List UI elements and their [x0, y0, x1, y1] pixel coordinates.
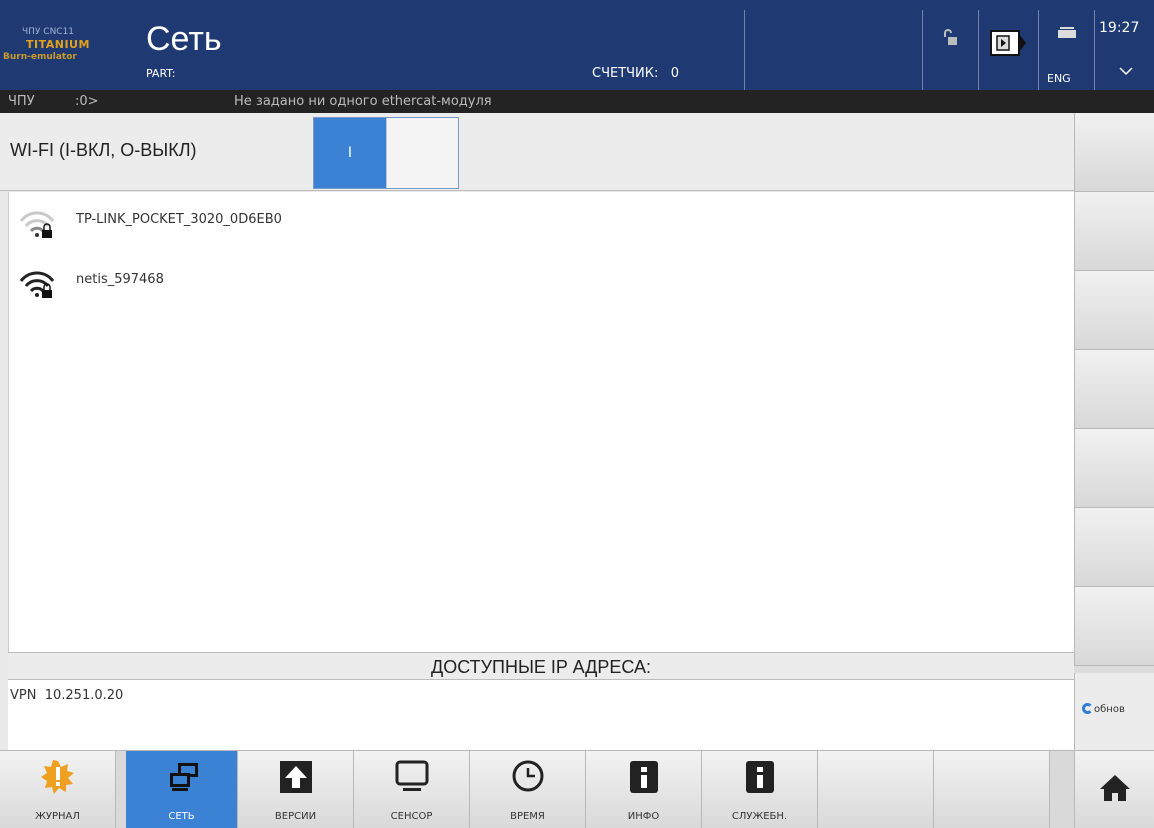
- tab-label: ВЕРСИИ: [274, 811, 317, 822]
- tab-time[interactable]: ВРЕМЯ: [470, 751, 586, 828]
- side-button-1[interactable]: [1074, 113, 1154, 192]
- info-icon: [746, 761, 774, 793]
- ip-row: VPN 10.251.0.20: [10, 688, 124, 703]
- header-bar: ЧПУ CNC11 TITANIUM Burn-emulator Сеть PA…: [0, 0, 1154, 90]
- tab-journal[interactable]: ЖУРНАЛ: [0, 751, 116, 828]
- counter-value: 0: [670, 66, 680, 81]
- network-name: netis_597468: [76, 272, 164, 287]
- wifi-bar: WI-FI (I-ВКЛ, О-ВЫКЛ) I: [0, 113, 1074, 191]
- side-button-2[interactable]: [1074, 192, 1154, 271]
- refresh-icon: [1082, 703, 1093, 714]
- app-window: ЧПУ CNC11 TITANIUM Burn-emulator Сеть PA…: [0, 0, 1154, 828]
- network-item[interactable]: TP-LINK_POCKET_3020_0D6EB0: [9, 202, 1075, 242]
- wifi-toggle-on[interactable]: I: [314, 118, 386, 188]
- brand-line-1: ЧПУ CNC11: [22, 27, 75, 37]
- keyboard-button[interactable]: ENG: [1038, 10, 1094, 90]
- wifi-lock-icon: [19, 211, 55, 238]
- chevron-down-icon: [1119, 67, 1133, 76]
- side-button-4[interactable]: [1074, 350, 1154, 429]
- info-icon: [630, 761, 658, 793]
- tab-label: ВРЕМЯ: [510, 811, 545, 822]
- clock: 19:27: [1099, 20, 1140, 36]
- status-bar: ЧПУ :0> Не задано ни одного ethercat-мод…: [0, 90, 1154, 113]
- brand-block: ЧПУ CNC11 TITANIUM Burn-emulator: [0, 0, 128, 90]
- status-message: Не задано ни одного ethercat-модуля: [234, 94, 492, 109]
- wifi-toggle[interactable]: I: [313, 117, 459, 189]
- wifi-toggle-off[interactable]: [386, 118, 458, 188]
- tab-label: СЕТЬ: [168, 811, 195, 822]
- tab-sensor[interactable]: СЕНСОР: [354, 751, 470, 828]
- network-name: TP-LINK_POCKET_3020_0D6EB0: [76, 212, 282, 227]
- ip-section-header: ДОСТУПНЫЕ IP АДРЕСА:: [8, 652, 1074, 680]
- refresh-button[interactable]: обнов: [1074, 673, 1154, 750]
- upload-icon: [280, 761, 312, 793]
- wifi-lock-icon: [19, 271, 55, 298]
- counter-label: СЧЕТЧИК:: [592, 66, 659, 81]
- tab-versions[interactable]: ВЕРСИИ: [238, 751, 354, 828]
- header-divider: [744, 10, 745, 90]
- language-label: ENG: [1047, 72, 1071, 85]
- display-icon: [990, 30, 1026, 56]
- side-button-5[interactable]: [1074, 429, 1154, 508]
- ip-list: VPN 10.251.0.20: [8, 680, 1074, 750]
- page-title: Сеть: [146, 20, 222, 58]
- tab-label: СЕНСОР: [390, 811, 433, 822]
- tab-service[interactable]: СЛУЖЕБН.: [702, 751, 818, 828]
- side-button-3[interactable]: [1074, 271, 1154, 350]
- part-label: PART:: [146, 67, 176, 80]
- bottom-tab-bar: ЖУРНАЛ СЕТЬ ВЕРСИИ СЕНСОР ВРЕМЯ ИНФО СЛУ…: [0, 750, 1154, 828]
- unlock-icon: [944, 29, 957, 45]
- menu-button[interactable]: 19:27: [1094, 10, 1154, 90]
- network-item[interactable]: netis_597468: [9, 262, 1075, 302]
- monitor-icon: [395, 760, 429, 791]
- wifi-label: WI-FI (I-ВКЛ, О-ВЫКЛ): [10, 140, 197, 160]
- status-value: :0>: [75, 94, 99, 109]
- refresh-label: обнов: [1094, 704, 1125, 715]
- counter: СЧЕТЧИК: 0: [592, 66, 679, 81]
- lock-button[interactable]: [922, 10, 978, 90]
- tab-empty-2[interactable]: [934, 751, 1050, 828]
- tab-label: ИНФО: [627, 811, 660, 822]
- network-icon: [170, 763, 198, 791]
- network-list: TP-LINK_POCKET_3020_0D6EB0 netis_597468: [8, 192, 1074, 652]
- tab-network[interactable]: СЕТЬ: [126, 751, 238, 828]
- tab-label: СЛУЖЕБН.: [731, 811, 788, 822]
- journal-icon: [41, 760, 74, 794]
- side-button-7[interactable]: [1074, 587, 1154, 666]
- home-icon: [1100, 775, 1130, 801]
- side-button-6[interactable]: [1074, 508, 1154, 587]
- status-mode: ЧПУ: [8, 94, 35, 109]
- home-button[interactable]: [1074, 751, 1154, 828]
- brand-line-3: Burn-emulator: [3, 52, 77, 62]
- tab-label: ЖУРНАЛ: [35, 811, 80, 822]
- keyboard-icon: [1058, 27, 1076, 38]
- tab-info[interactable]: ИНФО: [586, 751, 702, 828]
- tab-empty-1[interactable]: [818, 751, 934, 828]
- side-panel: [1074, 113, 1154, 750]
- screen-button[interactable]: [978, 10, 1038, 90]
- clock-icon: [512, 760, 544, 792]
- brand-line-2: TITANIUM: [26, 38, 90, 51]
